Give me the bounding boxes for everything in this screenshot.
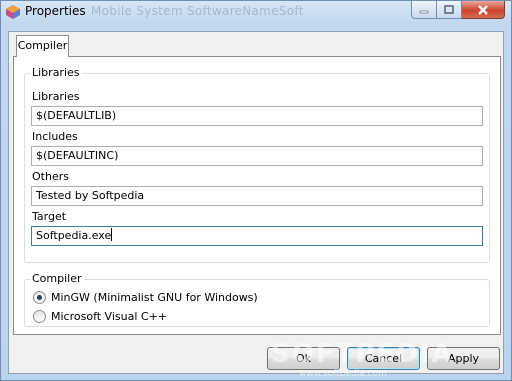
radio-mingw-indicator: [33, 291, 46, 304]
others-label: Others: [32, 170, 69, 183]
radio-mingw-label: MinGW (Minimalist GNU for Windows): [51, 291, 258, 304]
minimize-icon: [419, 10, 429, 13]
libraries-group-title: Libraries: [30, 66, 82, 79]
window-title: Properties: [25, 4, 86, 18]
dialog-client-area: Compiler Libraries Libraries $(DEFAULTLI…: [8, 31, 504, 374]
app-icon: [6, 5, 20, 19]
close-icon: [478, 4, 488, 15]
radio-mingw[interactable]: MinGW (Minimalist GNU for Windows): [33, 291, 258, 304]
compiler-group-title: Compiler: [30, 272, 84, 285]
maximize-button[interactable]: [437, 1, 462, 19]
target-label: Target: [32, 210, 67, 223]
text-caret: [111, 228, 113, 241]
compiler-groupbox: Compiler MinGW (Minimalist GNU for Windo…: [24, 272, 490, 327]
libraries-groupbox: Libraries Libraries $(DEFAULTLIB) Includ…: [24, 66, 490, 263]
window-title-ghost: Mobile System SoftwareNameSoft: [91, 4, 304, 18]
radio-msvc[interactable]: Microsoft Visual C++: [33, 310, 167, 323]
caption-buttons: [411, 1, 505, 20]
watermark-logo: SOFTPEDIA: [271, 339, 454, 369]
includes-field[interactable]: $(DEFAULTINC): [31, 146, 483, 166]
target-field-value: Softpedia.exe: [36, 229, 112, 242]
libraries-label: Libraries: [32, 90, 80, 103]
maximize-icon: [444, 5, 454, 14]
target-field[interactable]: Softpedia.exe: [31, 226, 483, 246]
compiler-tab-panel: Libraries Libraries $(DEFAULTLIB) Includ…: [13, 56, 501, 335]
title-bar[interactable]: Properties Mobile System SoftwareNameSof…: [1, 1, 511, 23]
close-button[interactable]: [462, 1, 505, 19]
properties-window: Properties Mobile System SoftwareNameSof…: [0, 0, 512, 381]
others-field[interactable]: Tested by Softpedia: [31, 186, 483, 206]
includes-label: Includes: [32, 130, 78, 143]
watermark-url: www.softpedia.com: [299, 369, 387, 379]
minimize-button[interactable]: [411, 1, 437, 19]
tab-compiler[interactable]: Compiler: [16, 35, 69, 57]
libraries-field[interactable]: $(DEFAULTLIB): [31, 106, 483, 126]
radio-msvc-indicator: [33, 310, 46, 323]
radio-msvc-label: Microsoft Visual C++: [51, 310, 168, 323]
